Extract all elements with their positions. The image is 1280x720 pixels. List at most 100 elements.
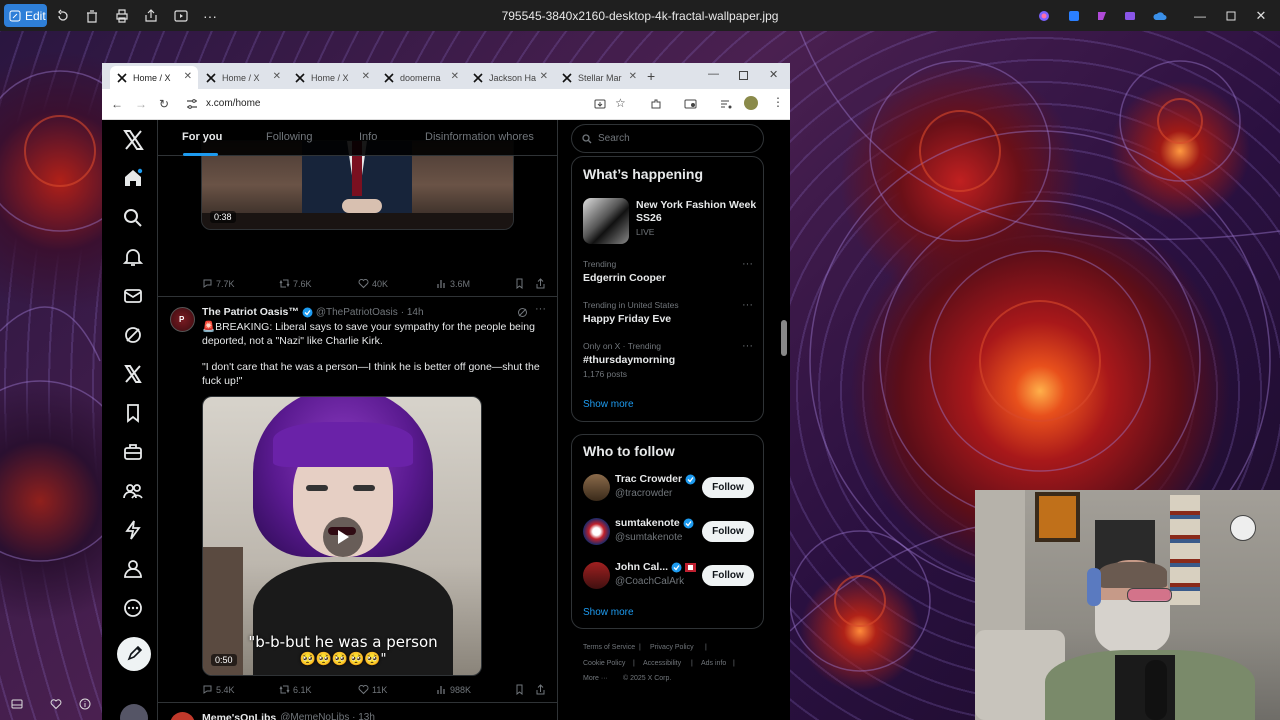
grok-analyze-icon[interactable] xyxy=(517,307,528,318)
home-icon[interactable] xyxy=(122,167,146,191)
tab-close-icon[interactable]: ✕ xyxy=(273,71,281,82)
author-name[interactable]: Meme'sOnLibs xyxy=(202,712,276,720)
slideshow-button[interactable] xyxy=(169,4,193,28)
browser-tab-1[interactable]: Home / X ✕ xyxy=(110,66,198,89)
user-name[interactable]: Trac Crowder xyxy=(615,473,682,485)
tab-close-icon[interactable]: ✕ xyxy=(629,71,637,82)
browser-maximize-button[interactable] xyxy=(739,71,748,80)
cast-icon[interactable] xyxy=(684,98,697,110)
browser-tab-6[interactable]: Stellar Mar ✕ xyxy=(555,66,643,89)
trend-name[interactable]: Happy Friday Eve xyxy=(583,313,671,325)
reload-icon[interactable]: ↻ xyxy=(159,97,169,111)
browser-tab-5[interactable]: Jackson Ha ✕ xyxy=(466,66,554,89)
like-button[interactable]: 40K xyxy=(358,278,388,289)
show-more-link[interactable]: Show more xyxy=(583,607,634,618)
tab-disinformation-whores[interactable]: Disinformation whores xyxy=(425,131,534,143)
browser-tab-2[interactable]: Home / X ✕ xyxy=(199,66,287,89)
site-info-icon[interactable] xyxy=(186,98,198,110)
author-avatar[interactable] xyxy=(170,712,195,720)
designer-icon[interactable] xyxy=(1062,4,1086,28)
play-button[interactable] xyxy=(323,517,363,557)
delete-button[interactable] xyxy=(80,4,104,28)
user-avatar[interactable] xyxy=(583,518,610,545)
rotate-button[interactable] xyxy=(51,4,75,28)
user-name[interactable]: sumtakenote xyxy=(615,517,680,529)
trend-more-icon[interactable]: ··· xyxy=(742,340,753,352)
share-icon[interactable] xyxy=(535,278,546,289)
post-more-icon[interactable]: ··· xyxy=(535,303,546,315)
media-controls-icon[interactable] xyxy=(720,98,732,110)
reply-button[interactable]: 5.4K xyxy=(202,684,235,695)
trend-name[interactable]: #thursdaymorning xyxy=(583,354,675,366)
browser-tab-4[interactable]: doomerna ✕ xyxy=(377,66,465,89)
views-button[interactable]: 988K xyxy=(436,684,471,695)
bookmarks-icon[interactable] xyxy=(122,402,146,426)
author-avatar[interactable]: P xyxy=(170,307,195,332)
clipchamp-icon[interactable] xyxy=(1090,4,1114,28)
close-button[interactable]: ✕ xyxy=(1249,4,1273,28)
url-field[interactable]: x.com/home xyxy=(206,98,260,109)
tab-for-you[interactable]: For you xyxy=(182,131,222,143)
compose-post-button[interactable] xyxy=(117,637,151,671)
user-avatar[interactable] xyxy=(583,474,610,501)
back-icon[interactable]: ← xyxy=(111,97,123,111)
bookmark-icon[interactable] xyxy=(514,684,525,695)
more-icon[interactable] xyxy=(122,597,146,621)
edit-button[interactable]: Edit xyxy=(4,4,47,27)
premium-icon[interactable] xyxy=(122,363,146,387)
follow-button[interactable]: Follow xyxy=(702,565,754,586)
footer-more[interactable]: More ··· xyxy=(583,675,608,682)
copilot-icon[interactable] xyxy=(1032,4,1056,28)
forward-icon[interactable]: → xyxy=(135,97,147,111)
install-app-icon[interactable] xyxy=(594,98,606,110)
onedrive-icon[interactable] xyxy=(1148,4,1172,28)
search-input[interactable]: Search xyxy=(571,124,764,153)
photos-icon[interactable] xyxy=(1118,4,1142,28)
author-name[interactable]: The Patriot Oasis™ xyxy=(202,306,299,318)
footer-accessibility[interactable]: Accessibility xyxy=(643,660,681,667)
post-time[interactable]: · 14h xyxy=(401,307,424,318)
maximize-button[interactable] xyxy=(1219,4,1243,28)
jobs-icon[interactable] xyxy=(122,441,146,465)
new-tab-button[interactable]: + xyxy=(647,68,655,84)
profile-icon[interactable] xyxy=(122,558,146,582)
browser-tab-3[interactable]: Home / X ✕ xyxy=(288,66,376,89)
repost-button[interactable]: 6.1K xyxy=(279,684,312,695)
follow-button[interactable]: Follow xyxy=(702,521,754,542)
post-video-2[interactable]: "b-b-but he was a person 🥺🥺🥺🥺🥺" 0:50 xyxy=(202,396,482,676)
tab-following[interactable]: Following xyxy=(266,131,312,143)
account-avatar[interactable] xyxy=(120,704,148,720)
event-thumbnail[interactable] xyxy=(583,198,629,244)
share-button[interactable] xyxy=(139,4,163,28)
trend-more-icon[interactable]: ··· xyxy=(742,299,753,311)
views-button[interactable]: 3.6M xyxy=(436,278,470,289)
print-button[interactable] xyxy=(110,4,134,28)
author-handle[interactable]: @MemeNoLibs · 13h xyxy=(280,712,375,720)
tab-close-icon[interactable]: ✕ xyxy=(451,71,459,82)
favorite-icon[interactable] xyxy=(50,698,62,710)
reply-button[interactable]: 7.7K xyxy=(202,278,235,289)
trend-name[interactable]: Edgerrin Cooper xyxy=(583,272,666,284)
tab-info[interactable]: Info xyxy=(359,131,377,143)
tab-close-icon[interactable]: ✕ xyxy=(362,71,370,82)
profile-avatar[interactable] xyxy=(744,96,758,110)
notifications-icon[interactable] xyxy=(122,246,146,270)
explore-icon[interactable] xyxy=(122,207,146,231)
extensions-icon[interactable] xyxy=(650,98,662,110)
filmstrip-icon[interactable] xyxy=(11,698,23,710)
browser-minimize-button[interactable]: — xyxy=(708,68,719,80)
bookmark-star-icon[interactable]: ☆ xyxy=(615,96,626,110)
author-handle[interactable]: @ThePatriotOasis xyxy=(316,307,398,318)
more-options-icon[interactable]: ··· xyxy=(198,4,222,28)
tab-close-icon[interactable]: ✕ xyxy=(184,71,192,82)
tab-close-icon[interactable]: ✕ xyxy=(540,71,548,82)
browser-close-button[interactable]: ✕ xyxy=(769,68,778,81)
bookmark-icon[interactable] xyxy=(514,278,525,289)
event-title[interactable]: New York Fashion Week SS26 xyxy=(636,199,758,225)
footer-cookie[interactable]: Cookie Policy xyxy=(583,660,625,667)
show-more-link[interactable]: Show more xyxy=(583,399,634,410)
file-info-icon[interactable] xyxy=(79,698,91,710)
user-name[interactable]: John Cal... xyxy=(615,561,668,573)
like-button[interactable]: 11K xyxy=(358,684,387,695)
follow-button[interactable]: Follow xyxy=(702,477,754,498)
